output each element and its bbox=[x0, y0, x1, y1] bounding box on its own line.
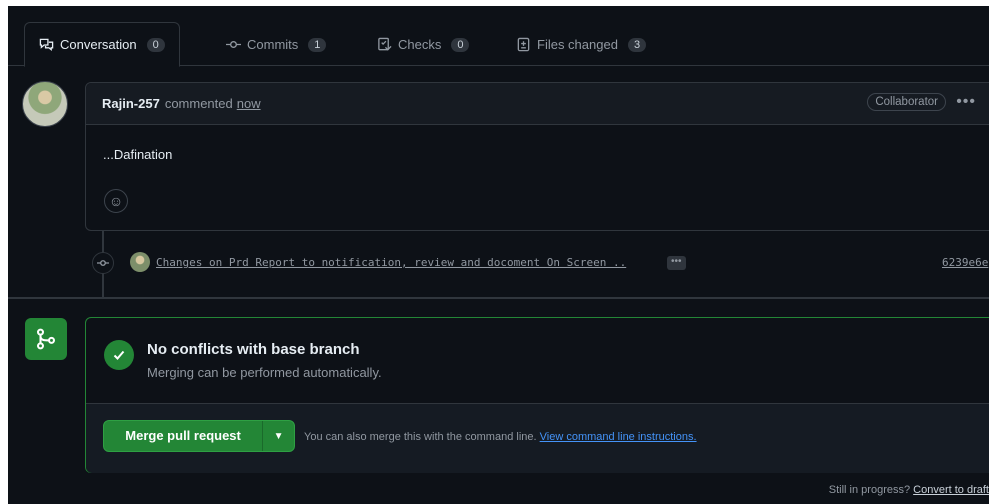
commit-expand-button[interactable]: ••• bbox=[667, 256, 686, 270]
tab-checks-count: 0 bbox=[451, 37, 470, 52]
cli-hint: You can also merge this with the command… bbox=[304, 431, 697, 443]
checklist-icon bbox=[378, 37, 392, 51]
comment-verb: commented bbox=[164, 96, 233, 111]
tab-files-changed-label: Files changed bbox=[537, 37, 618, 52]
comment-box: Rajin-257 commented now Collaborator •••… bbox=[85, 82, 989, 231]
git-commit-icon bbox=[92, 252, 114, 274]
tab-conversation-count: 0 bbox=[146, 37, 165, 52]
comment-timestamp[interactable]: now bbox=[237, 96, 261, 111]
smiley-icon: ☺ bbox=[108, 193, 124, 209]
commit-sha-link[interactable]: 6239e6e bbox=[942, 256, 988, 269]
tab-files-changed-count: 3 bbox=[627, 37, 647, 52]
merge-box: No conflicts with base branch Merging ca… bbox=[85, 317, 989, 473]
merge-method-dropdown-icon[interactable]: ▼ bbox=[263, 431, 294, 442]
tab-commits-label: Commits bbox=[247, 37, 299, 52]
commit-author-avatar[interactable] bbox=[130, 252, 150, 272]
add-reaction-button[interactable]: ☺ bbox=[104, 189, 128, 213]
merge-actions: Merge pull request ▼ You can also merge … bbox=[86, 404, 989, 473]
draft-hint: Still in progress? Convert to draft bbox=[829, 484, 989, 496]
kebab-menu-icon[interactable]: ••• bbox=[956, 93, 976, 111]
merge-status-subtitle: Merging can be performed automatically. bbox=[147, 365, 382, 380]
merge-button-group: Merge pull request ▼ bbox=[103, 420, 295, 452]
commit-message-link[interactable]: Changes on Prd Report to notification, r… bbox=[156, 256, 626, 269]
comment-body: ...Dafination bbox=[103, 147, 173, 162]
collaborator-badge: Collaborator bbox=[867, 93, 946, 111]
tab-commits-count: 1 bbox=[308, 37, 327, 52]
pr-tabs: Conversation 0 Commits 1 Checks 0 Files … bbox=[8, 6, 989, 67]
comment-header: Rajin-257 commented now Collaborator ••• bbox=[86, 83, 989, 125]
comment-discussion-icon bbox=[39, 38, 54, 52]
tab-conversation-label: Conversation bbox=[60, 37, 137, 52]
merge-pull-request-button[interactable]: Merge pull request bbox=[104, 421, 264, 451]
check-icon bbox=[104, 340, 134, 370]
pull-request-page: Conversation 0 Commits 1 Checks 0 Files … bbox=[8, 6, 989, 504]
timeline-divider bbox=[8, 297, 989, 299]
tab-checks[interactable]: Checks 0 bbox=[363, 22, 483, 67]
comment-author[interactable]: Rajin-257 bbox=[102, 96, 160, 111]
author-avatar[interactable] bbox=[22, 81, 68, 127]
tab-commits[interactable]: Commits 1 bbox=[212, 22, 340, 67]
git-merge-icon bbox=[25, 318, 67, 360]
draft-hint-text: Still in progress? bbox=[828, 484, 911, 496]
tab-checks-label: Checks bbox=[398, 37, 442, 52]
merge-status-title: No conflicts with base branch bbox=[147, 341, 360, 358]
git-commit-icon bbox=[226, 41, 241, 48]
convert-to-draft-link[interactable]: Convert to draft bbox=[913, 484, 989, 496]
tab-conversation[interactable]: Conversation 0 bbox=[24, 22, 180, 67]
tab-files-changed[interactable]: Files changed 3 bbox=[502, 22, 660, 67]
cli-instructions-link[interactable]: View command line instructions. bbox=[540, 431, 697, 443]
merge-status-panel: No conflicts with base branch Merging ca… bbox=[86, 318, 989, 404]
cli-hint-text: You can also merge this with the command… bbox=[304, 431, 537, 443]
file-diff-icon bbox=[517, 37, 530, 52]
